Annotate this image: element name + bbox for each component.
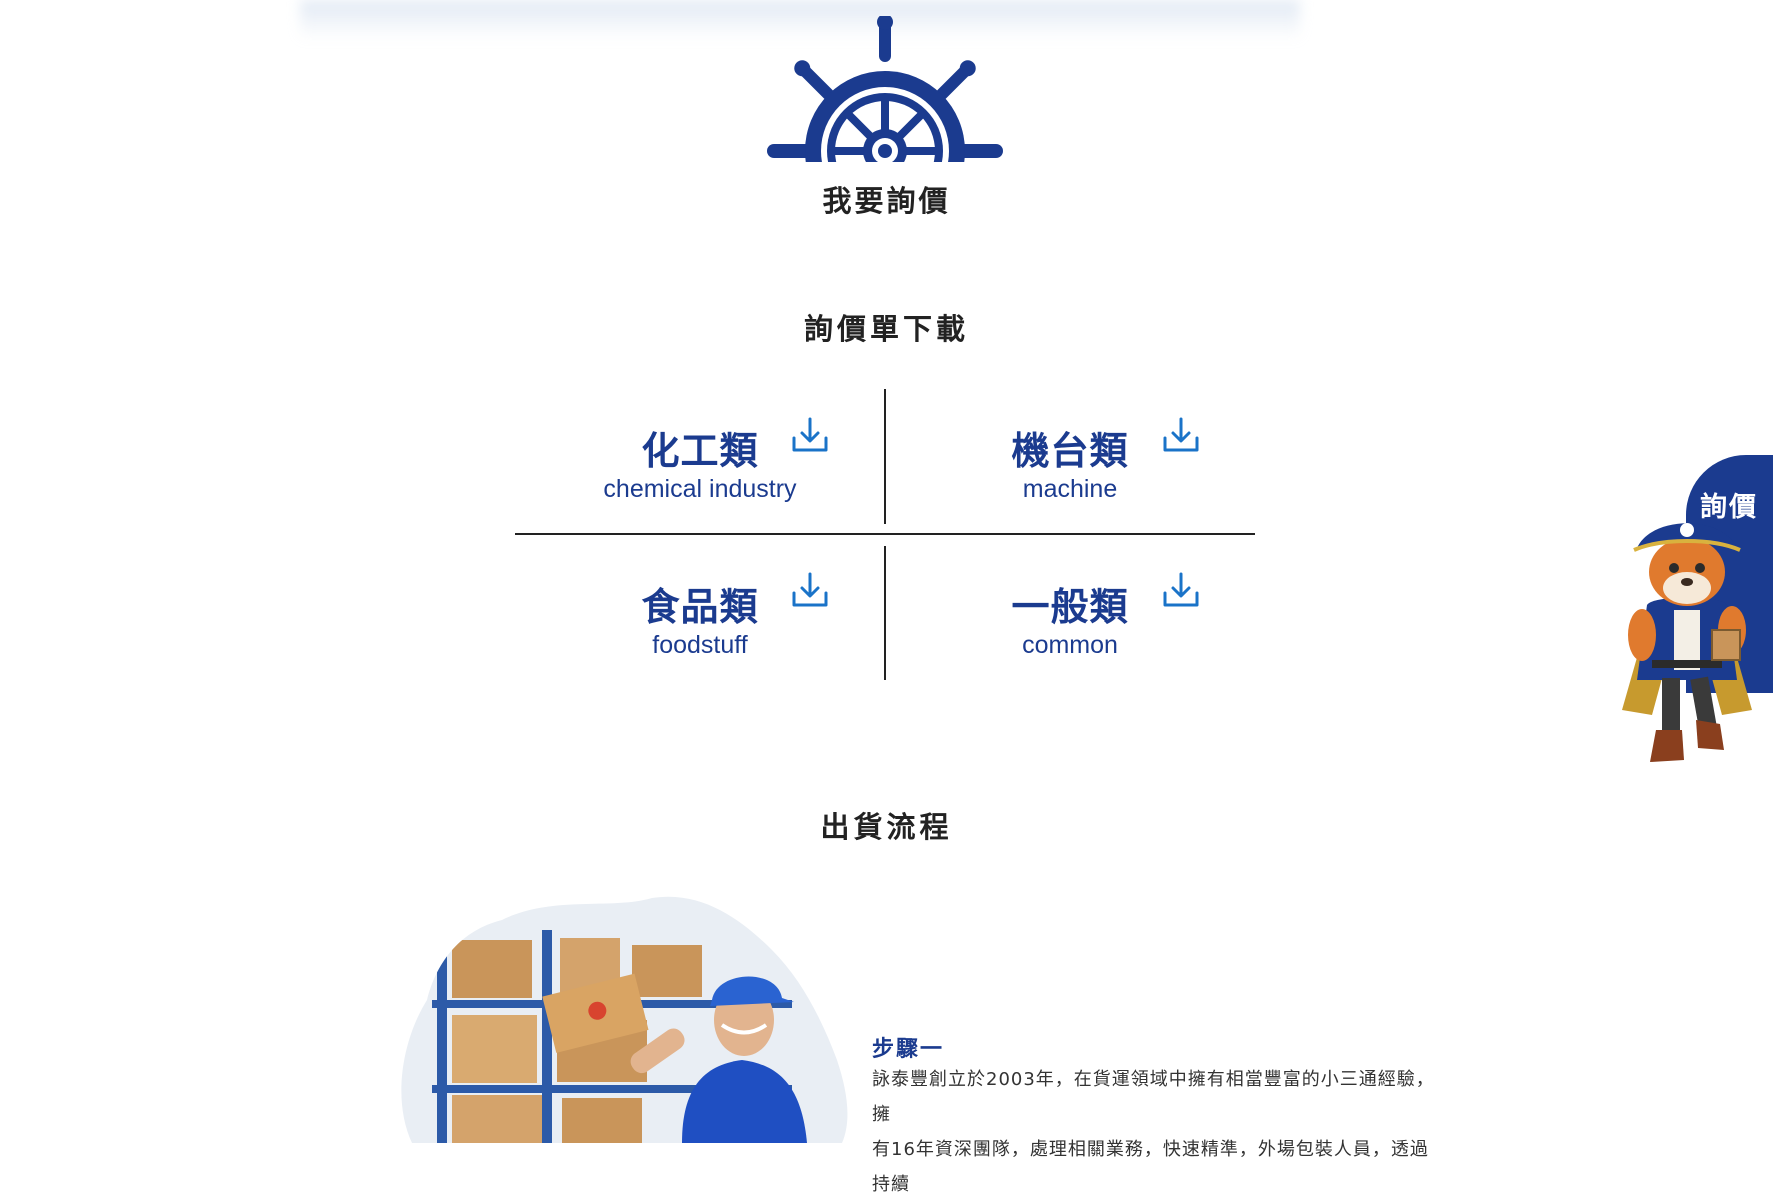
- download-icon[interactable]: [1161, 416, 1201, 456]
- category-subtitle: foodstuff: [652, 631, 748, 659]
- grid-divider-vertical: [884, 546, 886, 680]
- step-title: 步驟一: [872, 1037, 945, 1062]
- grid-divider-horizontal: [515, 533, 1255, 535]
- grid-divider-vertical: [884, 389, 886, 524]
- category-subtitle: chemical industry: [603, 475, 797, 503]
- warehouse-worker-image: [401, 896, 848, 1143]
- download-section-title: 詢價單下載: [803, 312, 969, 346]
- category-subtitle: machine: [1022, 475, 1118, 503]
- category-subtitle: common: [1022, 631, 1118, 659]
- ship-wheel-icon[interactable]: [767, 16, 1003, 162]
- quote-request-link[interactable]: 我要詢價: [0, 178, 1773, 220]
- download-icon[interactable]: [790, 416, 830, 456]
- download-icon[interactable]: [790, 571, 830, 611]
- shipping-section-title: 出貨流程: [820, 810, 953, 844]
- download-icon[interactable]: [1161, 571, 1201, 611]
- step-text-line: 詠泰豐創立於2003年，在貨運領域中擁有相當豐富的小三通經驗，擁: [872, 1069, 1435, 1125]
- step-description: 詠泰豐創立於2003年，在貨運領域中擁有相當豐富的小三通經驗，擁 有16年資深團…: [872, 1062, 1442, 1202]
- tiger-pirate-mascot[interactable]: [1612, 510, 1762, 772]
